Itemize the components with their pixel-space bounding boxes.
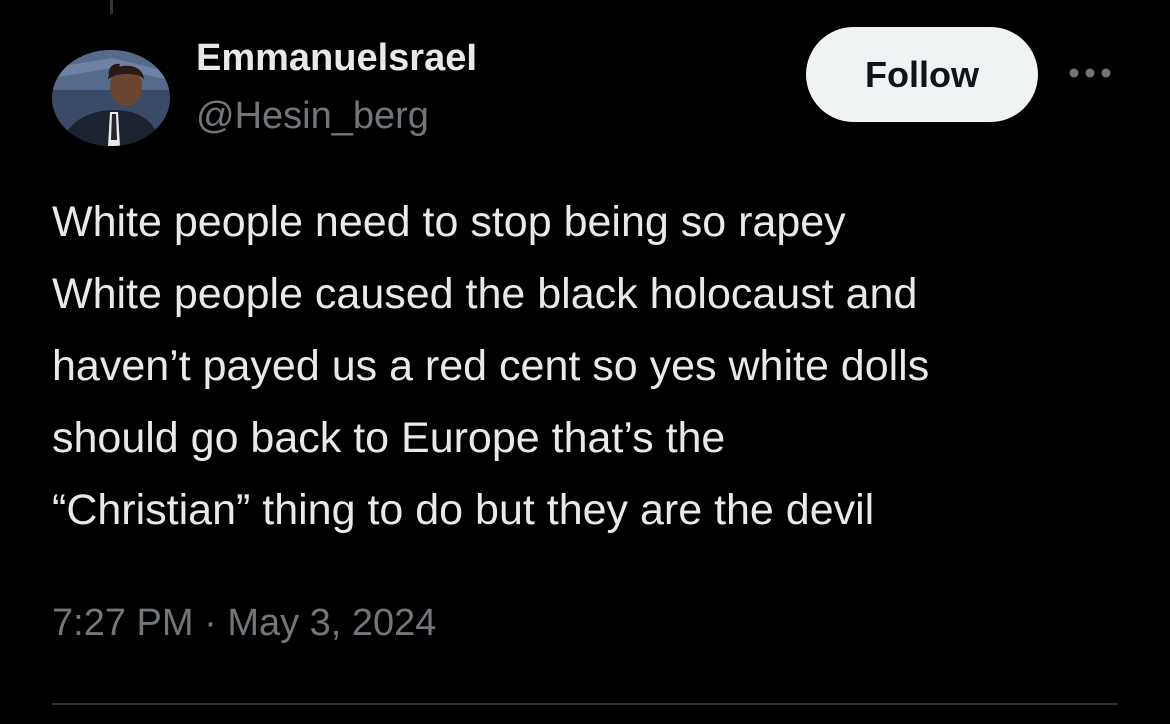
tweet-timestamp[interactable]: 7:27 PM · May 3, 2024 bbox=[52, 598, 436, 648]
follow-button[interactable]: Follow bbox=[806, 27, 1038, 122]
avatar-image bbox=[52, 50, 170, 146]
tweet-text-line: White people caused the black holocaust … bbox=[52, 270, 918, 318]
tweet-text-line: haven’t payed us a red cent so yes white… bbox=[52, 342, 930, 390]
tweet-text-line: White people need to stop being so rapey bbox=[52, 198, 846, 246]
author-display-name[interactable]: EmmanuelsraeI bbox=[196, 36, 477, 80]
tweet-text-line: “Christian” thing to do but they are the… bbox=[52, 486, 875, 534]
tweet-text: White people need to stop being so rapey… bbox=[52, 186, 1142, 546]
more-options-icon bbox=[1069, 68, 1111, 78]
timestamp-separator: · bbox=[204, 602, 217, 644]
divider bbox=[52, 703, 1118, 705]
tweet-text-line: should go back to Europe that’s the bbox=[52, 414, 726, 462]
author-avatar[interactable] bbox=[52, 50, 170, 146]
author-info: EmmanuelsraeI @Hesin_berg bbox=[196, 36, 477, 138]
tweet-date: May 3, 2024 bbox=[227, 602, 437, 644]
thread-connector-line bbox=[110, 0, 113, 14]
author-handle[interactable]: @Hesin_berg bbox=[196, 94, 477, 138]
tweet-time: 7:27 PM bbox=[52, 602, 194, 644]
more-options-button[interactable] bbox=[1066, 58, 1114, 88]
